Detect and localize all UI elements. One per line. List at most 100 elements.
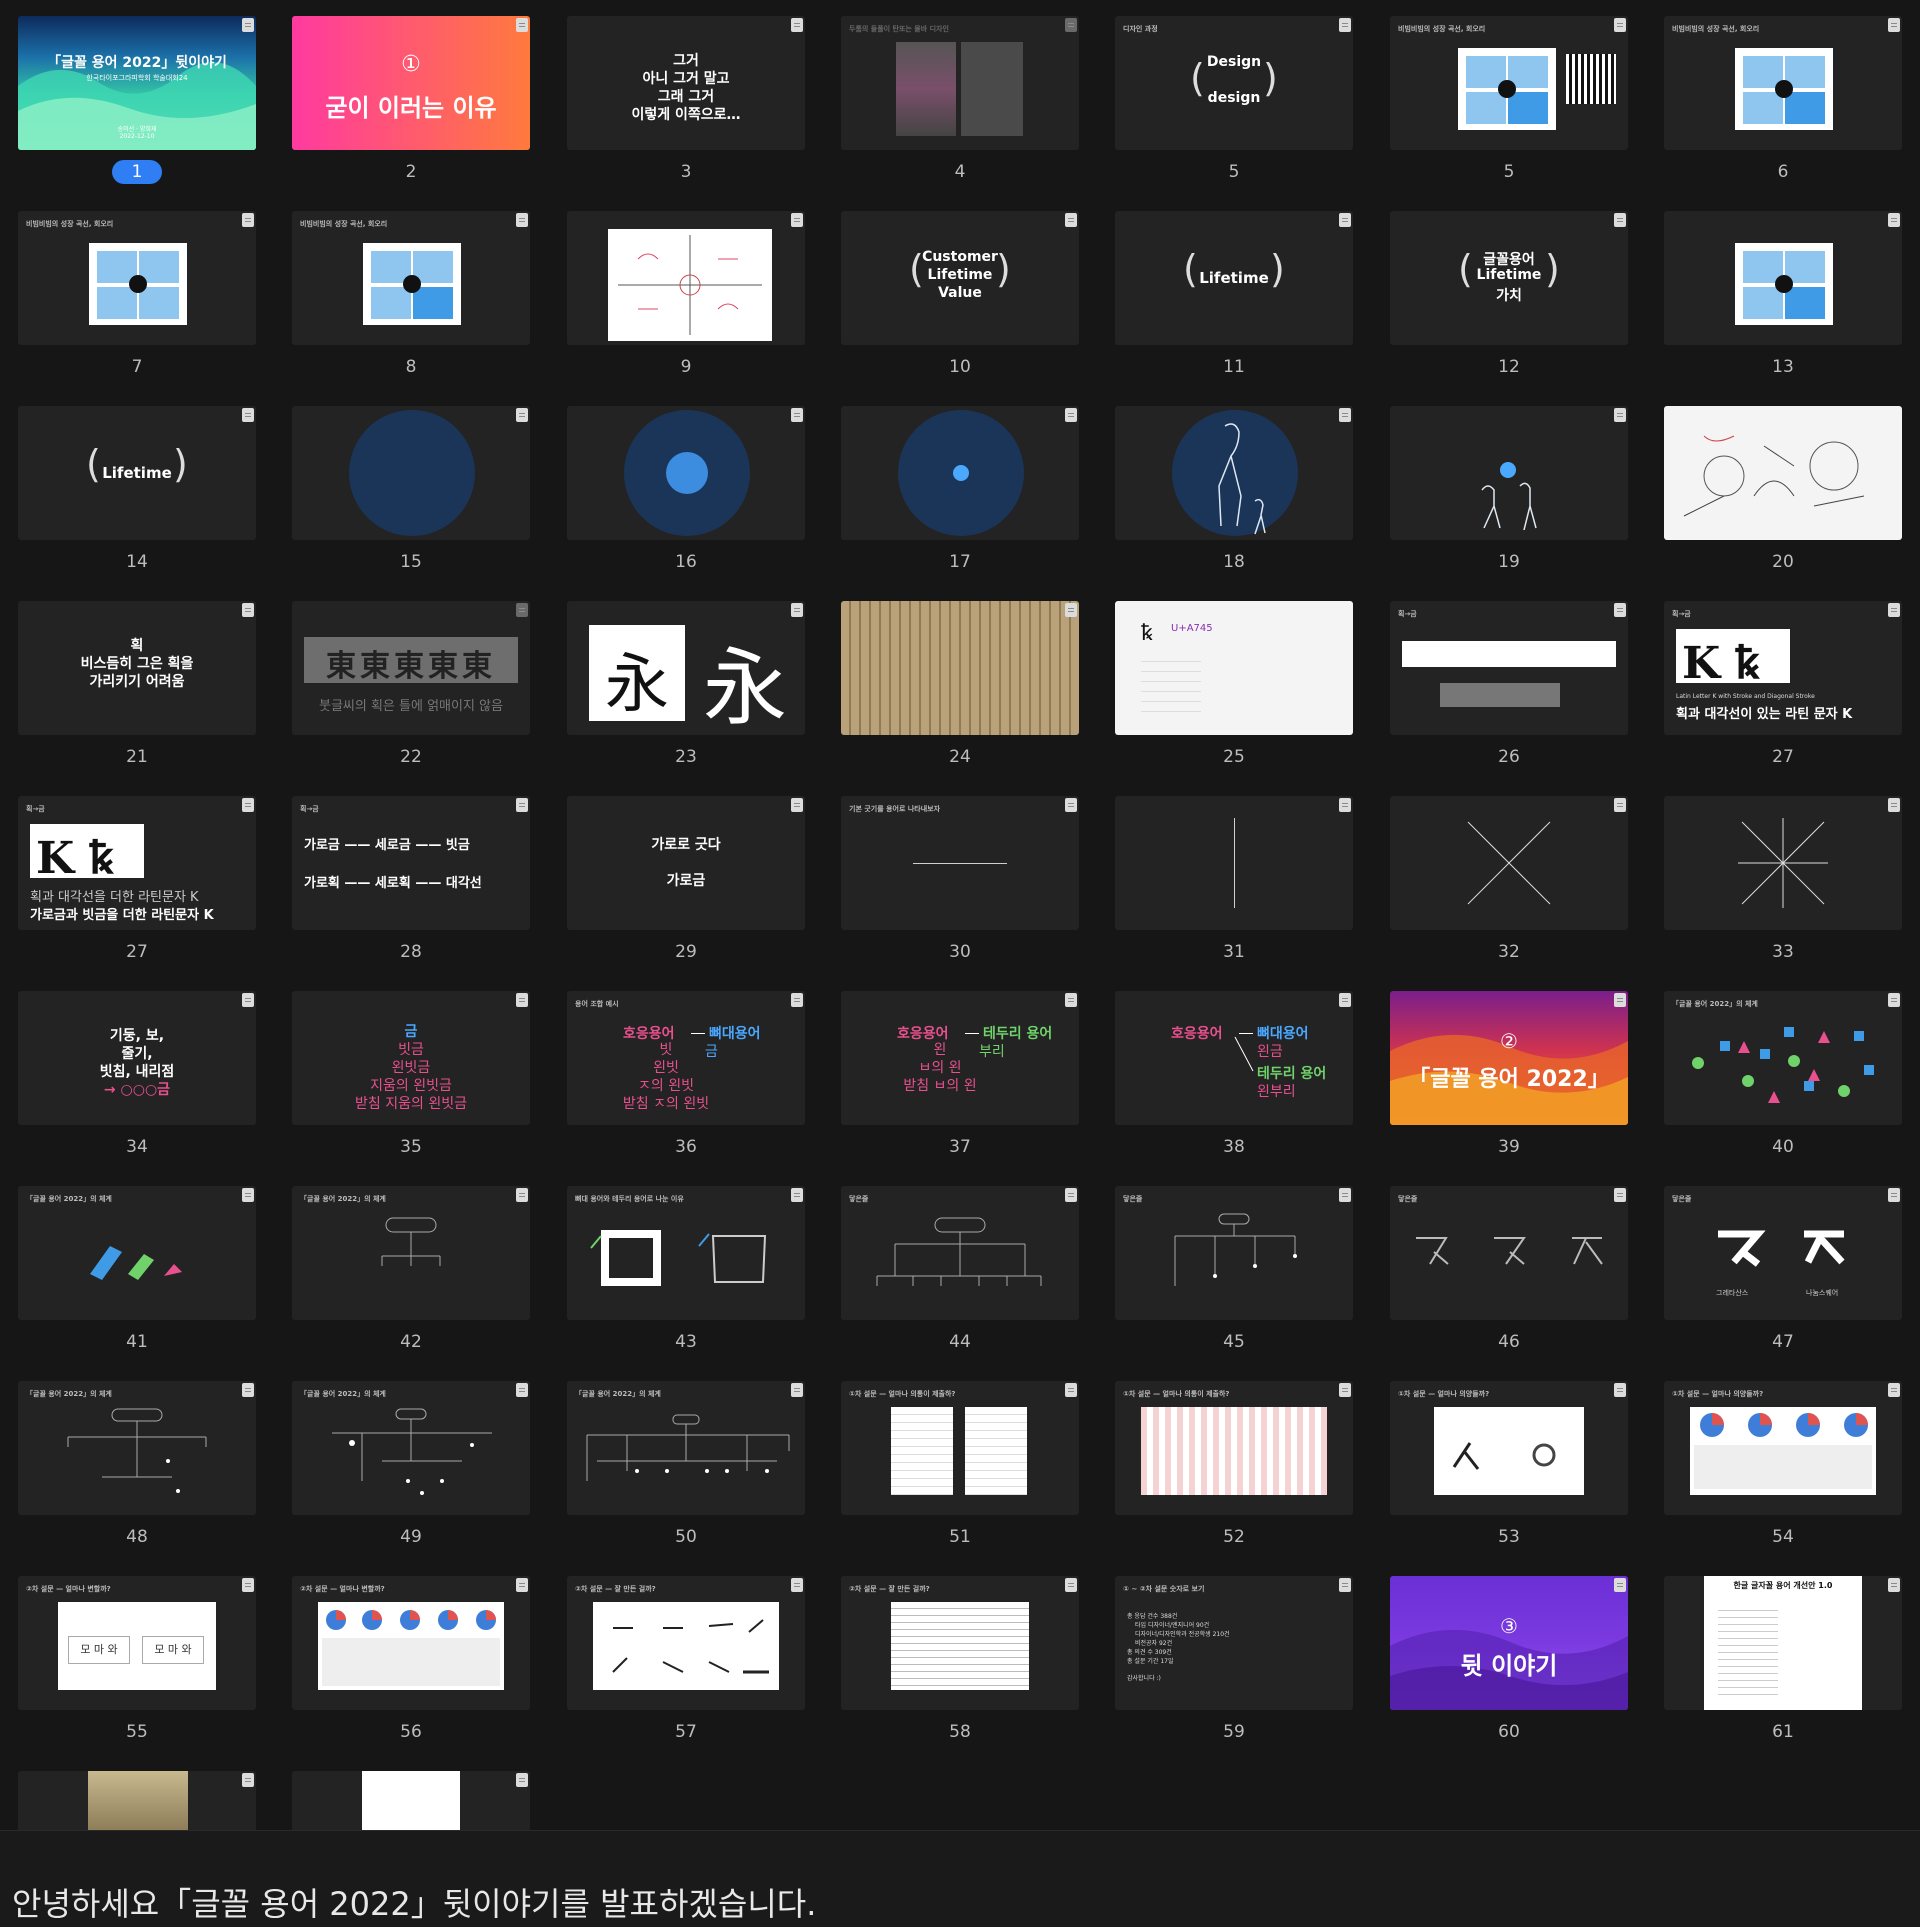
speaker-notes-icon[interactable] (1065, 798, 1077, 812)
sample-glyphs: 모 마 와 (142, 1636, 204, 1664)
slide-line: ㅂ의 왼 (918, 1060, 962, 1076)
tree-diagram-graphic (1174, 1213, 1297, 1286)
slide-number: 32 (1498, 942, 1520, 962)
speaker-notes-icon[interactable] (516, 213, 528, 227)
speaker-notes-icon[interactable] (1065, 603, 1077, 617)
speaker-notes-icon[interactable] (1614, 1383, 1626, 1397)
speaker-notes-icon[interactable] (242, 798, 254, 812)
slide-caption: 비빔비빔의 성장 곡선, 회오리 (26, 220, 114, 228)
speaker-notes-icon[interactable] (516, 408, 528, 422)
square-strokes-graphic (590, 1230, 767, 1286)
slide-preview: 「글꼴 용어 2022」의 체계 (292, 1381, 530, 1515)
speaker-notes-icon[interactable] (791, 1188, 803, 1202)
speaker-notes-icon[interactable] (791, 408, 803, 422)
slide-line: 획과 대각선을 더한 라틴문자 K (30, 890, 199, 905)
slide-line: 가로금 —— 세로금 —— 빗금 (304, 838, 470, 853)
slide-date: 2022-12-10 (119, 133, 155, 140)
slide-title: 「글꼴 용어 2022」뒷이야기 (47, 55, 227, 71)
speaker-notes-icon[interactable] (1339, 1383, 1351, 1397)
speaker-notes-icon[interactable] (1888, 993, 1900, 1007)
speaker-notes-icon[interactable] (242, 1578, 254, 1592)
quadrant-diagram (89, 243, 187, 325)
speaker-notes-icon[interactable] (1065, 1383, 1077, 1397)
speaker-notes-icon[interactable] (1065, 1188, 1077, 1202)
speaker-notes-icon[interactable] (791, 1383, 803, 1397)
slide-preview: 획→금 (1390, 601, 1628, 735)
speaker-notes-icon[interactable] (1339, 1578, 1351, 1592)
speaker-notes-icon[interactable] (1065, 993, 1077, 1007)
speaker-notes-icon[interactable] (791, 798, 803, 812)
speaker-notes-icon[interactable] (1888, 1188, 1900, 1202)
speaker-notes-icon[interactable] (1065, 213, 1077, 227)
speaker-notes-icon[interactable] (516, 1383, 528, 1397)
slide-line: Customer (922, 249, 998, 265)
speaker-notes-icon[interactable] (516, 1578, 528, 1592)
connector-line (691, 1033, 705, 1034)
shapes-scatter-graphic (1692, 1027, 1874, 1103)
slide-number: 50 (675, 1527, 697, 1547)
speaker-notes-icon[interactable] (1888, 798, 1900, 812)
speaker-notes-icon[interactable] (242, 408, 254, 422)
speaker-notes-icon[interactable] (1614, 213, 1626, 227)
slide-preview: ③ 뒷 이야기 (1390, 1576, 1628, 1710)
speaker-notes-icon[interactable] (516, 603, 528, 617)
speaker-notes-panel[interactable]: 안녕하세요「글꼴 용어 2022」뒷이야기를 발표하겠습니다. (0, 1830, 1920, 1927)
slide-caption: ②차 설문 — 잘 만든 걸까? (849, 1585, 930, 1593)
speaker-notes-icon[interactable] (1614, 408, 1626, 422)
bold-jieut-graphic (1718, 1230, 1845, 1267)
slide-sorter-grid: 「글꼴 용어 2022」뒷이야기 한국타이포그라피학회 학술대회24 송미선 ·… (0, 0, 1920, 1830)
slide-line: 왼 (933, 1042, 947, 1058)
slide-number: 59 (1223, 1722, 1245, 1742)
speaker-notes-icon[interactable] (791, 603, 803, 617)
speaker-notes-icon[interactable] (791, 213, 803, 227)
speaker-notes-icon[interactable] (242, 1188, 254, 1202)
speaker-notes-icon[interactable] (242, 993, 254, 1007)
speaker-notes-icon[interactable] (516, 18, 528, 32)
speaker-notes-icon[interactable] (516, 798, 528, 812)
speaker-notes-icon[interactable] (1065, 408, 1077, 422)
slide-preview: 그거 아니 그거 말고 그래 그거 이렇게 이쪽으로… (567, 16, 805, 150)
speaker-notes-icon[interactable] (1065, 1578, 1077, 1592)
slide-number: 39 (1498, 1137, 1520, 1157)
speaker-notes-icon[interactable] (516, 993, 528, 1007)
slide-number: 53 (1498, 1527, 1520, 1547)
speaker-notes-icon[interactable] (1339, 993, 1351, 1007)
speaker-notes-icon[interactable] (1339, 408, 1351, 422)
speaker-notes-icon[interactable] (791, 993, 803, 1007)
speaker-notes-icon[interactable] (1614, 798, 1626, 812)
slide-caption: ②차 설문 — 잘 만든 걸까? (575, 1585, 656, 1593)
speaker-notes-icon[interactable] (1339, 1188, 1351, 1202)
speaker-notes-icon[interactable] (1614, 1188, 1626, 1202)
speaker-notes-icon[interactable] (242, 213, 254, 227)
speaker-notes-icon[interactable] (791, 18, 803, 32)
speaker-notes-icon[interactable] (1614, 993, 1626, 1007)
speaker-notes-icon[interactable] (1339, 18, 1351, 32)
speaker-notes-icon[interactable] (1339, 798, 1351, 812)
speaker-notes-icon[interactable] (242, 1773, 254, 1787)
speaker-notes-icon[interactable] (1614, 603, 1626, 617)
speaker-notes-icon[interactable] (516, 1188, 528, 1202)
speaker-notes-icon[interactable] (1888, 1383, 1900, 1397)
speaker-notes-icon[interactable] (242, 1383, 254, 1397)
slide-line: 그거 (673, 53, 699, 69)
speaker-notes-icon[interactable] (516, 1773, 528, 1787)
slide-number: 29 (675, 942, 697, 962)
speaker-notes-icon[interactable] (1888, 1578, 1900, 1592)
speaker-notes-icon[interactable] (1888, 603, 1900, 617)
speaker-notes-icon[interactable] (1065, 18, 1077, 32)
speaker-notes-icon[interactable] (1614, 1578, 1626, 1592)
speaker-notes-icon[interactable] (1614, 18, 1626, 32)
document-photo (88, 1771, 188, 1830)
speaker-notes-icon[interactable] (242, 603, 254, 617)
speaker-notes-icon[interactable] (1888, 213, 1900, 227)
term-label: 호응용어 (897, 1026, 949, 1042)
slide-number: 11 (1223, 357, 1245, 377)
stat-line: 총 응답 건수 388건 (1127, 1613, 1178, 1620)
speaker-notes-icon[interactable] (791, 1578, 803, 1592)
speaker-notes-icon[interactable] (1339, 213, 1351, 227)
document-page (362, 1771, 460, 1830)
speaker-notes-icon[interactable] (242, 18, 254, 32)
speaker-notes-icon[interactable] (1888, 18, 1900, 32)
slide-caption: ① ~ ②차 설문 숫자로 보기 (1123, 1585, 1205, 1593)
slide-number: 31 (1223, 942, 1245, 962)
